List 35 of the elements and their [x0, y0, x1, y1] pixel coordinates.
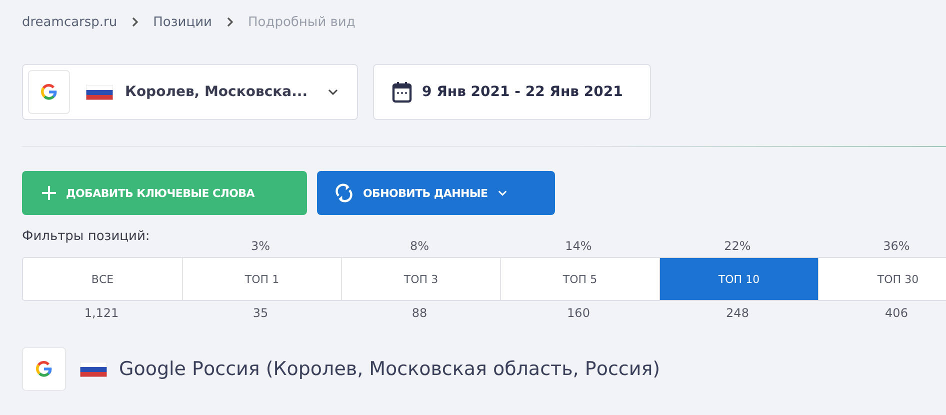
- filter-tab[interactable]: ВСЕ: [23, 258, 182, 300]
- filter-tab[interactable]: ТОП 3: [341, 258, 500, 300]
- percent-label: 36%: [883, 239, 910, 253]
- caret-icon: [498, 190, 507, 196]
- count-label: 1,121: [84, 306, 119, 320]
- calendar-icon: [392, 81, 412, 103]
- caret-icon: [328, 89, 338, 95]
- flag-icon: [80, 362, 107, 376]
- refresh-icon: [335, 183, 353, 203]
- region-dropdown[interactable]: Королев, Московска...: [22, 64, 358, 120]
- filter-tab[interactable]: ТОП 10: [659, 258, 818, 300]
- breadcrumb-link[interactable]: Позиции: [153, 14, 212, 30]
- percent-label: 14%: [565, 239, 592, 253]
- count-label: 88: [412, 306, 428, 320]
- date-range-picker[interactable]: 9 Янв 2021 - 22 Янв 2021: [373, 64, 651, 120]
- filter-tab[interactable]: ТОП 30: [818, 258, 946, 300]
- breadcrumb-link[interactable]: dreamcarsp.ru: [22, 14, 118, 30]
- google-icon: [35, 360, 53, 378]
- refresh-data-button[interactable]: ОБНОВИТЬ ДАННЫЕ: [317, 171, 555, 215]
- count-label: 35: [252, 306, 268, 320]
- chevron-right-icon: [131, 17, 140, 27]
- flag-icon: [86, 84, 113, 100]
- breadcrumb-current: Подробный вид: [248, 14, 356, 30]
- plus-icon: [42, 186, 56, 200]
- percent-label: 22%: [724, 239, 751, 253]
- count-label: 160: [567, 306, 590, 320]
- percent-label: 3%: [250, 239, 270, 253]
- percent-label: 8%: [410, 239, 430, 253]
- count-label: 248: [726, 306, 749, 320]
- section-title: Google Россия (Королев, Московская область, Россия): [119, 358, 660, 380]
- filter-tab[interactable]: ТОП 1: [182, 258, 341, 300]
- count-label: 406: [885, 306, 908, 320]
- google-icon: [40, 83, 58, 101]
- filters-label: Фильтры позиций:: [22, 229, 150, 244]
- chevron-right-icon: [226, 17, 234, 27]
